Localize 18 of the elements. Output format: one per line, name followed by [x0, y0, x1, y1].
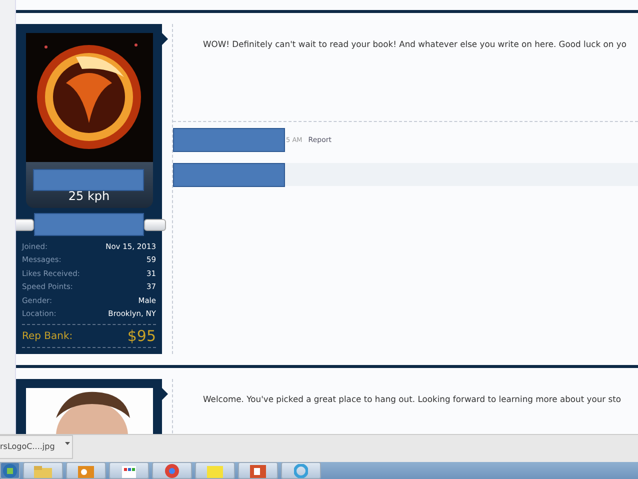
ribbon-end	[16, 218, 34, 230]
grid-app-icon[interactable]	[109, 462, 149, 479]
presentation-app-icon[interactable]	[238, 462, 278, 479]
browser-icon[interactable]	[152, 462, 192, 479]
ribbon-end	[144, 218, 166, 230]
caret-icon[interactable]	[65, 440, 70, 444]
sticky-note-icon[interactable]	[195, 462, 235, 479]
file-name: rsLogoC....jpg	[0, 442, 55, 451]
user-rank: 25 kph	[68, 190, 110, 203]
rep-bank-value: $95	[127, 327, 156, 346]
message-text: WOW! Definitely can't wait to read your book! And whatever else you write on here. Good luck on yo	[203, 39, 628, 49]
download-item[interactable]: rsLogoC....jpg	[0, 434, 73, 458]
start-orb-icon[interactable]	[0, 462, 20, 479]
message-text: Welcome. You've picked a great place to hang out. Looking forward to learning more about your sto	[203, 394, 622, 404]
rep-bank-label: Rep Bank:	[22, 330, 73, 342]
mail-app-icon[interactable]	[66, 462, 106, 479]
folder-icon[interactable]	[23, 462, 63, 479]
swirl-app-icon[interactable]	[281, 462, 321, 479]
